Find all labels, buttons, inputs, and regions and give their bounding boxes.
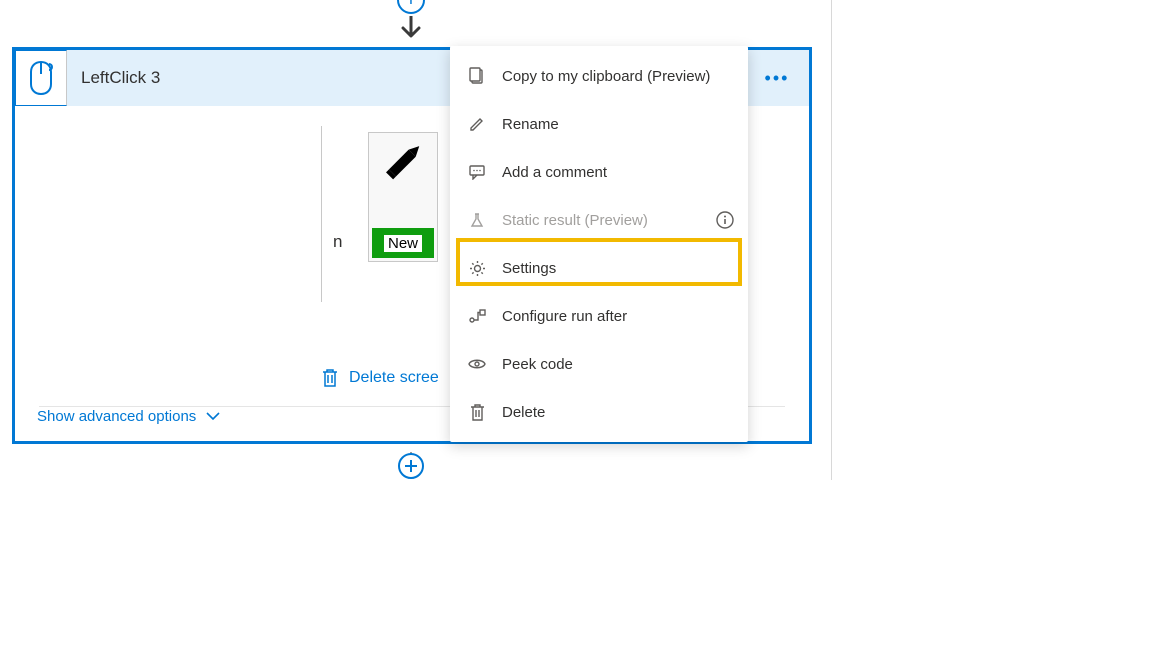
flow-icon (468, 309, 486, 323)
menu-delete[interactable]: Delete (450, 388, 748, 436)
plus-icon: + (397, 0, 425, 14)
menu-add-comment[interactable]: Add a comment (450, 148, 748, 196)
screenshot-preview: New (321, 126, 461, 302)
delete-screenshot-label: Delete scree (349, 369, 439, 387)
info-icon[interactable] (716, 211, 734, 229)
menu-label: Rename (502, 116, 559, 133)
new-label-box: New (372, 228, 434, 258)
screenshot-thumb[interactable]: New (368, 132, 438, 262)
trash-icon (321, 368, 339, 388)
menu-static-result: Static result (Preview) (450, 196, 748, 244)
chevron-down-icon (206, 412, 220, 422)
menu-label: Configure run after (502, 308, 627, 325)
menu-label: Settings (502, 260, 556, 277)
menu-copy[interactable]: Copy to my clipboard (Preview) (450, 52, 748, 100)
arrow-down-icon (401, 16, 421, 40)
insert-step-bottom[interactable] (397, 452, 425, 480)
action-icon (15, 50, 67, 106)
pencil-icon (468, 116, 486, 132)
menu-label: Delete (502, 404, 545, 421)
flask-icon (468, 212, 486, 228)
menu-label: Peek code (502, 356, 573, 373)
ellipsis-icon: ••• (765, 68, 790, 89)
trash-icon (468, 404, 486, 421)
menu-settings[interactable]: Settings (450, 244, 748, 292)
menu-label: Copy to my clipboard (Preview) (502, 68, 710, 85)
sidebar-right-divider (831, 0, 832, 480)
eye-icon (468, 358, 486, 370)
plus-circle-icon (397, 452, 425, 480)
delete-screenshot-button[interactable]: Delete scree (321, 368, 439, 388)
clipboard-icon (468, 67, 486, 85)
new-label: New (384, 235, 422, 252)
menu-configure-run-after[interactable]: Configure run after (450, 292, 748, 340)
action-context-menu: Copy to my clipboard (Preview) Rename Ad… (450, 46, 748, 442)
menu-label: Add a comment (502, 164, 607, 181)
menu-label: Static result (Preview) (502, 212, 648, 229)
field-label: n (333, 232, 342, 252)
pencil-icon (372, 132, 434, 192)
gear-icon (468, 260, 486, 277)
menu-rename[interactable]: Rename (450, 100, 748, 148)
advanced-options-label: Show advanced options (37, 408, 196, 425)
more-options-button[interactable]: ••• (755, 50, 799, 106)
mouse-click-icon (27, 60, 55, 96)
menu-peek-code[interactable]: Peek code (450, 340, 748, 388)
comment-icon (468, 164, 486, 180)
action-title: LeftClick 3 (81, 68, 160, 88)
show-advanced-options[interactable]: Show advanced options (37, 408, 220, 425)
